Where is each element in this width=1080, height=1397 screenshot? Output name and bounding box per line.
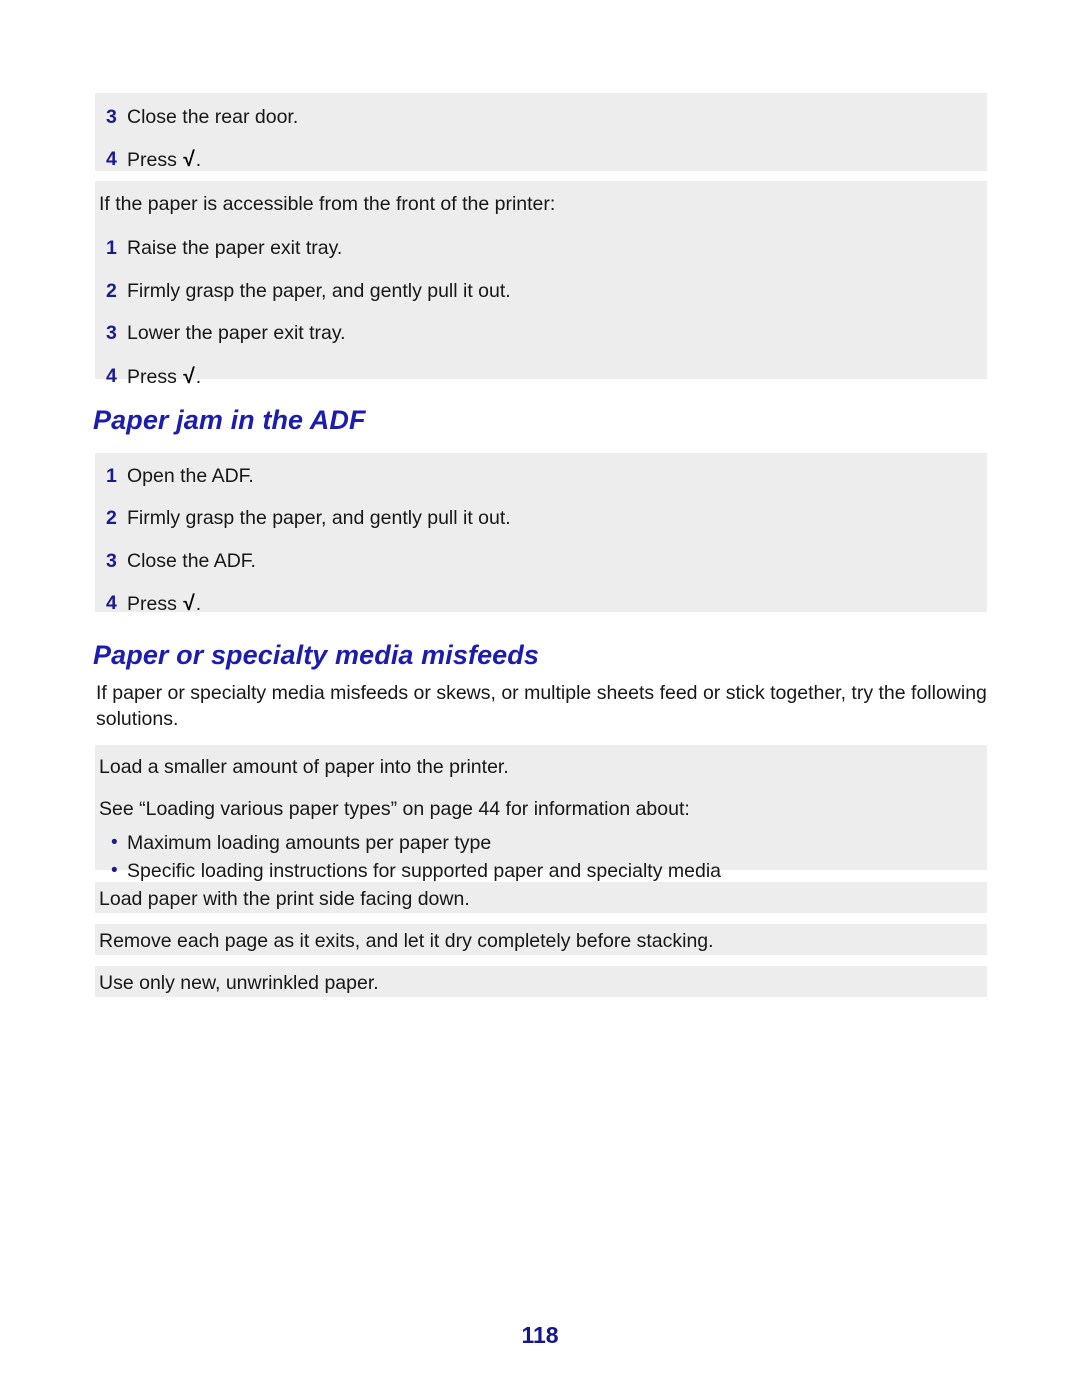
- step-text-suffix: .: [195, 365, 202, 388]
- step-item: 1 Open the ADF.: [95, 464, 987, 488]
- step-item: 3 Close the ADF.: [95, 549, 987, 573]
- step-text: Close the rear door.: [127, 106, 299, 128]
- bullet-dot-icon: •: [111, 831, 118, 853]
- step-item: 4 Press √.: [95, 364, 987, 390]
- step-text: Lower the paper exit tray.: [127, 322, 346, 345]
- checkmark-icon: √: [183, 364, 195, 388]
- step-number: 4: [106, 592, 117, 615]
- step-text: Firmly grasp the paper, and gently pull …: [127, 279, 511, 302]
- step-text-suffix: .: [195, 593, 202, 616]
- solution-print-side-text: Load paper with the print side facing do…: [99, 888, 470, 910]
- front-access-intro: If the paper is accessible from the fron…: [99, 193, 556, 215]
- bullet-dot-icon: •: [111, 860, 118, 882]
- step-text: Raise the paper exit tray.: [127, 237, 343, 260]
- solution-remove-page-text: Remove each page as it exits, and let it…: [99, 930, 714, 952]
- section-heading-media-misfeeds: Paper or specialty media misfeeds: [93, 640, 540, 670]
- step-text-suffix: .: [195, 149, 202, 172]
- step-item: 4 Press √.: [95, 147, 987, 173]
- step-item: 3 Lower the paper exit tray.: [95, 321, 987, 345]
- step-number: 3: [106, 549, 117, 572]
- step-item: 2 Firmly grasp the paper, and gently pul…: [95, 279, 987, 303]
- step-text-prefix: Press: [127, 365, 183, 388]
- bullet-item: • Maximum loading amounts per paper type: [95, 831, 987, 855]
- step-number: 3: [106, 322, 117, 345]
- step-item: 4 Press √.: [95, 591, 987, 617]
- step-number: 1: [106, 237, 117, 260]
- step-item: 1 Raise the paper exit tray.: [95, 236, 987, 260]
- step-text: Firmly grasp the paper, and gently pull …: [127, 507, 511, 530]
- step-text-prefix: Press: [127, 593, 183, 616]
- step-number: 2: [106, 279, 117, 302]
- step-text: Open the ADF.: [127, 465, 254, 487]
- bullet-item: • Specific loading instructions for supp…: [95, 859, 987, 883]
- solution-block-print-side: Load paper with the print side facing do…: [95, 882, 987, 913]
- solution-load-smaller-amount: Load a smaller amount of paper into the …: [99, 756, 509, 778]
- instruction-block-rear-door: 3 Close the rear door. 4 Press √.: [95, 93, 987, 171]
- solution-block-new-paper: Use only new, unwrinkled paper.: [95, 966, 987, 997]
- bullet-text: Maximum loading amounts per paper type: [127, 831, 492, 854]
- checkmark-icon: √: [183, 148, 195, 172]
- step-number: 2: [106, 507, 117, 530]
- step-text: Close the ADF.: [127, 549, 256, 572]
- step-text-prefix: Press: [127, 149, 183, 172]
- bullet-text: Specific loading instructions for suppor…: [127, 860, 722, 883]
- step-item: 2 Firmly grasp the paper, and gently pul…: [95, 506, 987, 530]
- step-number: 1: [106, 465, 117, 487]
- page-number-footer: 118: [521, 1322, 559, 1348]
- step-number: 4: [106, 148, 117, 171]
- misfeeds-intro-paragraph: If paper or specialty media misfeeds or …: [96, 682, 987, 730]
- solution-see-loading-reference: See “Loading various paper types” on pag…: [99, 798, 690, 821]
- step-number: 4: [106, 364, 117, 387]
- section-heading-paper-jam-adf: Paper jam in the ADF: [93, 405, 366, 435]
- instruction-block-front-access: If the paper is accessible from the fron…: [95, 181, 987, 388]
- solution-block-loading: Load a smaller amount of paper into the …: [95, 745, 987, 882]
- solution-new-paper-text: Use only new, unwrinkled paper.: [99, 972, 379, 994]
- document-page: 3 Close the rear door. 4 Press √. If the…: [0, 0, 1080, 1397]
- checkmark-icon: √: [183, 592, 195, 616]
- step-item: 3 Close the rear door.: [95, 105, 987, 129]
- step-number: 3: [106, 106, 117, 128]
- solution-block-remove-page: Remove each page as it exits, and let it…: [95, 924, 987, 955]
- instruction-block-adf: 1 Open the ADF. 2 Firmly grasp the paper…: [95, 453, 987, 615]
